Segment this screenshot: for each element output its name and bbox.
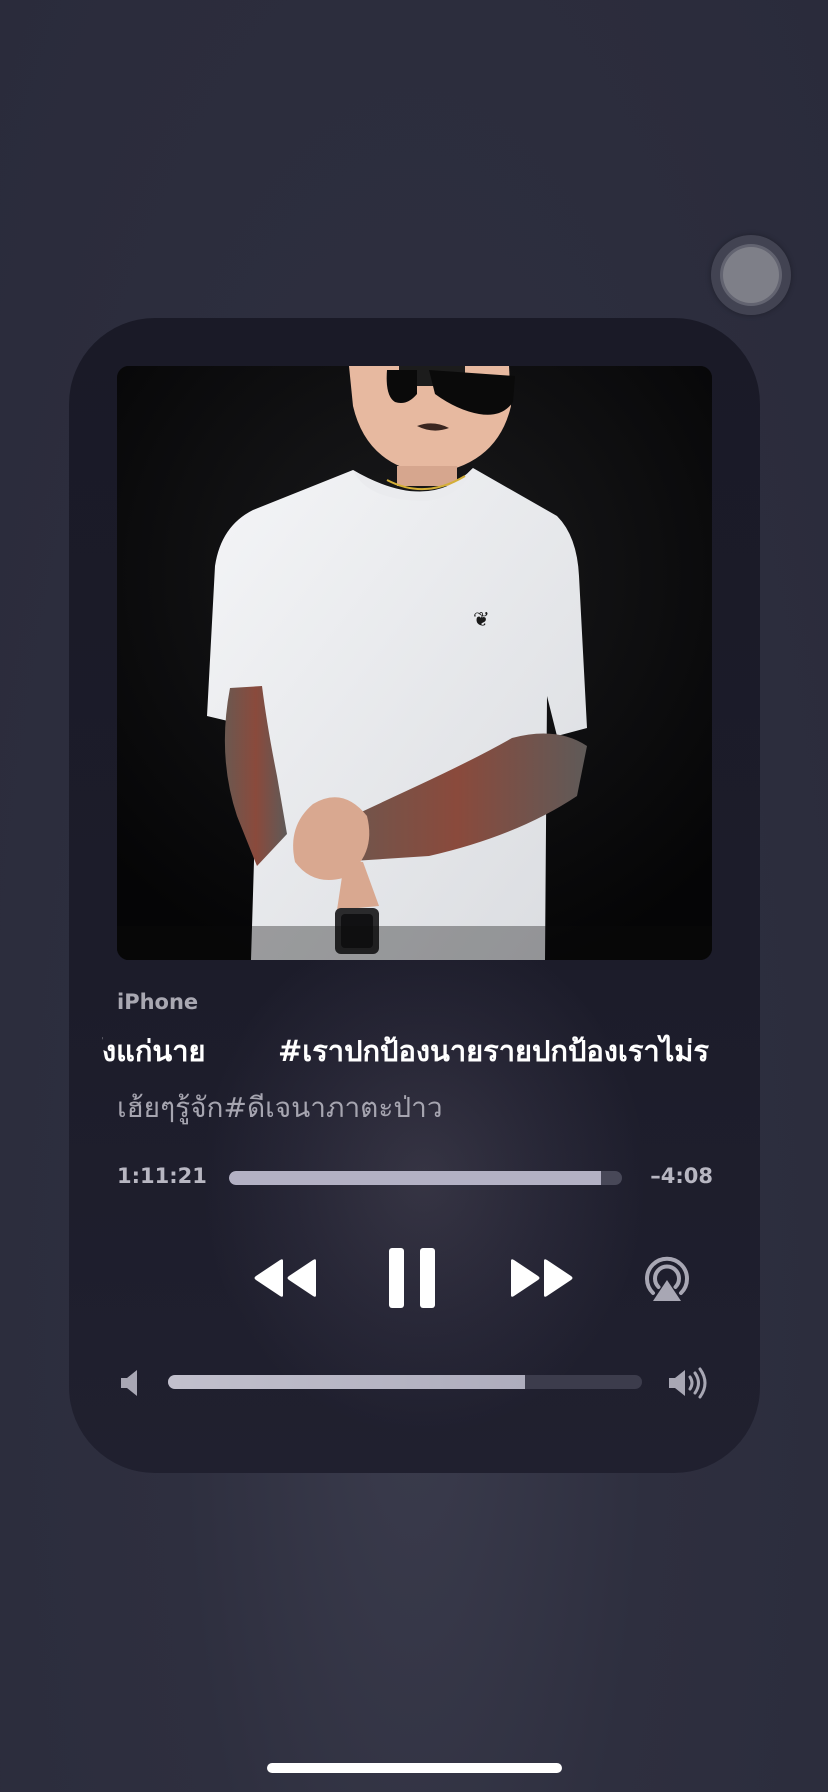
volume-min-button[interactable] <box>119 1369 143 1397</box>
fast-forward-icon <box>511 1259 573 1297</box>
home-indicator[interactable] <box>267 1763 562 1773</box>
rewind-button[interactable] <box>252 1258 318 1298</box>
volume-fill <box>168 1375 525 1389</box>
pause-icon <box>389 1248 435 1308</box>
transport-controls <box>69 318 760 1473</box>
airplay-icon <box>645 1256 689 1301</box>
assistive-touch-button[interactable] <box>711 235 791 315</box>
lock-screen: ❦ iPhone ังแก่นาย #เราปกป้องนายรายปกป้อง… <box>0 0 828 1792</box>
assistive-touch-icon <box>723 247 779 303</box>
rewind-icon <box>254 1259 316 1297</box>
airplay-button[interactable] <box>641 1253 693 1305</box>
pause-button[interactable] <box>389 1248 435 1308</box>
now-playing-card: ❦ iPhone ังแก่นาย #เราปกป้องนายรายปกป้อง… <box>69 318 760 1473</box>
volume-max-button[interactable] <box>667 1366 709 1400</box>
volume-slider[interactable] <box>168 1375 642 1389</box>
volume-low-icon <box>121 1370 137 1396</box>
volume-high-icon <box>669 1367 707 1399</box>
fast-forward-button[interactable] <box>509 1258 575 1298</box>
